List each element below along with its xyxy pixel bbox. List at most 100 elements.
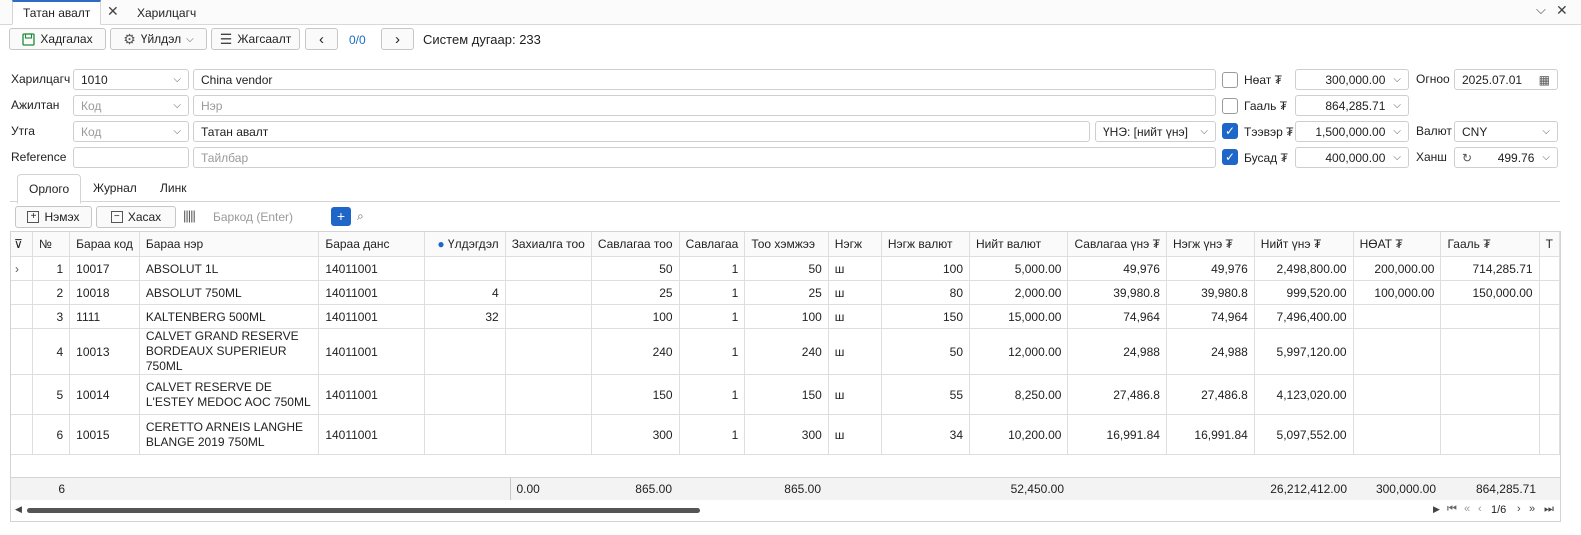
table-cell[interactable]: 4 [424,280,506,305]
next-button[interactable]: › [381,28,414,50]
col-header[interactable]: Савлагаа үнэ ₮ [1067,232,1167,257]
date-field[interactable]: 2025.07.01 ▦ [1454,69,1558,90]
table-cell[interactable]: 150 [744,374,829,415]
table-cell[interactable]: 14011001 [318,256,426,281]
row-selector[interactable] [11,328,34,375]
close-window-icon[interactable]: ✕ [1556,2,1568,19]
prev-page-icon[interactable]: ‹ [1478,503,1482,515]
tab-haritsagch[interactable]: Харилцагч [127,2,206,24]
table-cell[interactable]: 25 [744,280,829,305]
table-cell[interactable]: 300 [744,414,829,455]
table-cell[interactable]: ш [828,280,882,305]
table-cell[interactable]: 10018 [69,280,140,305]
table-cell[interactable] [1539,414,1560,455]
table-cell[interactable] [424,328,506,375]
table-cell[interactable]: 16,991.84 [1166,414,1255,455]
rate-field[interactable]: ↻ 499.76 ⌵ [1454,147,1558,168]
table-cell[interactable] [505,328,592,375]
table-cell[interactable]: 5,097,552.00 [1254,414,1354,455]
table-cell[interactable]: 27,486.8 [1067,374,1167,415]
table-cell[interactable]: 49,976 [1067,256,1167,281]
filter-icon[interactable]: ⊽ [11,232,34,257]
table-cell[interactable]: 999,520.00 [1254,280,1354,305]
col-header[interactable]: Савлагаа тоо [591,232,680,257]
table-cell[interactable]: ш [828,304,882,329]
currency-select[interactable]: CNY ⌵ [1454,121,1558,142]
table-cell[interactable]: 100 [881,256,971,281]
table-cell[interactable]: 150,000.00 [1440,280,1540,305]
remove-row-button[interactable]: − Хасах [96,206,176,228]
vat-amount-field[interactable]: 300,000.00 ⌵ [1295,69,1409,90]
employee-code-select[interactable]: Код ⌵ [73,95,189,116]
tab-journal[interactable]: Журнал [82,174,148,202]
table-cell[interactable] [1440,414,1540,455]
table-cell[interactable]: ш [828,374,882,415]
last-page-icon[interactable]: ⏭ [1544,503,1554,516]
table-cell[interactable]: 1 [679,374,746,415]
table-cell[interactable]: 714,285.71 [1440,256,1540,281]
table-cell[interactable]: 55 [881,374,971,415]
table-cell[interactable] [1539,256,1560,281]
table-row[interactable]: 3 1111 KALTENBERG 500ML 14011001 32 100 1 100 ш 1… [11,304,1560,329]
col-header-balance[interactable]: ● Үлдэгдэл [424,232,506,257]
table-cell[interactable]: 24,988 [1166,328,1255,375]
table-cell[interactable]: CERETTO ARNEIS LANGHE BLANGE 2019 750ML [139,414,320,455]
table-cell[interactable]: 100 [591,304,680,329]
table-cell[interactable]: 1 [32,256,71,281]
table-cell[interactable]: ш [828,256,882,281]
col-header[interactable]: Т [1539,232,1560,257]
col-header[interactable]: Нийт валют [969,232,1069,257]
table-cell[interactable] [1353,328,1442,375]
table-cell[interactable]: 1 [679,328,746,375]
col-header[interactable]: Бараа код [69,232,140,257]
table-cell[interactable]: 39,980.8 [1166,280,1255,305]
table-cell[interactable] [424,374,506,415]
reference-field[interactable] [73,147,189,168]
vat-mode-select[interactable]: ҮНЭ: [нийт үнэ] ⌵ [1095,121,1216,142]
table-cell[interactable]: 34 [881,414,971,455]
table-cell[interactable]: ш [828,328,882,375]
list-button[interactable]: ☰ Жагсаалт [211,28,300,50]
row-selector[interactable] [11,414,34,455]
table-cell[interactable] [424,414,506,455]
table-cell[interactable]: 2,498,800.00 [1254,256,1354,281]
vat-checkbox[interactable] [1222,72,1238,88]
save-button[interactable]: Хадгалах [9,28,106,50]
table-cell[interactable] [1440,304,1540,329]
table-cell[interactable]: 200,000.00 [1353,256,1442,281]
table-cell[interactable]: 150 [881,304,971,329]
close-tab-icon[interactable]: ✕ [107,3,119,20]
table-cell[interactable] [1539,374,1560,415]
table-cell[interactable]: 240 [744,328,829,375]
table-cell[interactable]: ш [828,414,882,455]
value-code-select[interactable]: Код ⌵ [73,121,189,142]
table-cell[interactable]: 4,123,020.00 [1254,374,1354,415]
action-button[interactable]: ⚙ Үйлдэл ⌵ [110,28,207,50]
table-cell[interactable]: 100,000.00 [1353,280,1442,305]
table-cell[interactable]: 24,988 [1067,328,1167,375]
transport-amount-field[interactable]: 1,500,000.00 ⌵ [1295,121,1409,142]
table-cell[interactable]: CALVET GRAND RESERVE BORDEAUX SUPERIEUR … [139,328,320,375]
barcode-input[interactable]: Баркод (Enter) [213,210,293,224]
employee-name-field[interactable]: Нэр [193,95,1216,116]
chevron-down-icon[interactable]: ⌵ [1536,2,1546,18]
table-cell[interactable] [1539,280,1560,305]
table-cell[interactable]: 240 [591,328,680,375]
table-cell[interactable] [1353,374,1442,415]
table-row[interactable]: 5 10014 CALVET RESERVE DE L'ESTEY MEDOC AO… [11,374,1560,415]
table-cell[interactable]: 3 [32,304,71,329]
table-cell[interactable]: KALTENBERG 500ML [139,304,320,329]
table-cell[interactable] [505,304,592,329]
partner-code-select[interactable]: 1010 ⌵ [73,69,189,90]
table-cell[interactable]: 14011001 [318,304,426,329]
row-selector[interactable] [11,304,34,329]
calendar-icon[interactable]: ▦ [1539,73,1550,87]
table-cell[interactable]: 14011001 [318,414,426,455]
table-cell[interactable] [505,374,592,415]
table-cell[interactable]: ABSOLUT 1L [139,256,320,281]
table-cell[interactable]: 25 [591,280,680,305]
col-header[interactable]: Бараа нэр [139,232,320,257]
table-cell[interactable]: 300 [591,414,680,455]
table-cell[interactable] [1539,328,1560,375]
table-cell[interactable] [1539,304,1560,329]
